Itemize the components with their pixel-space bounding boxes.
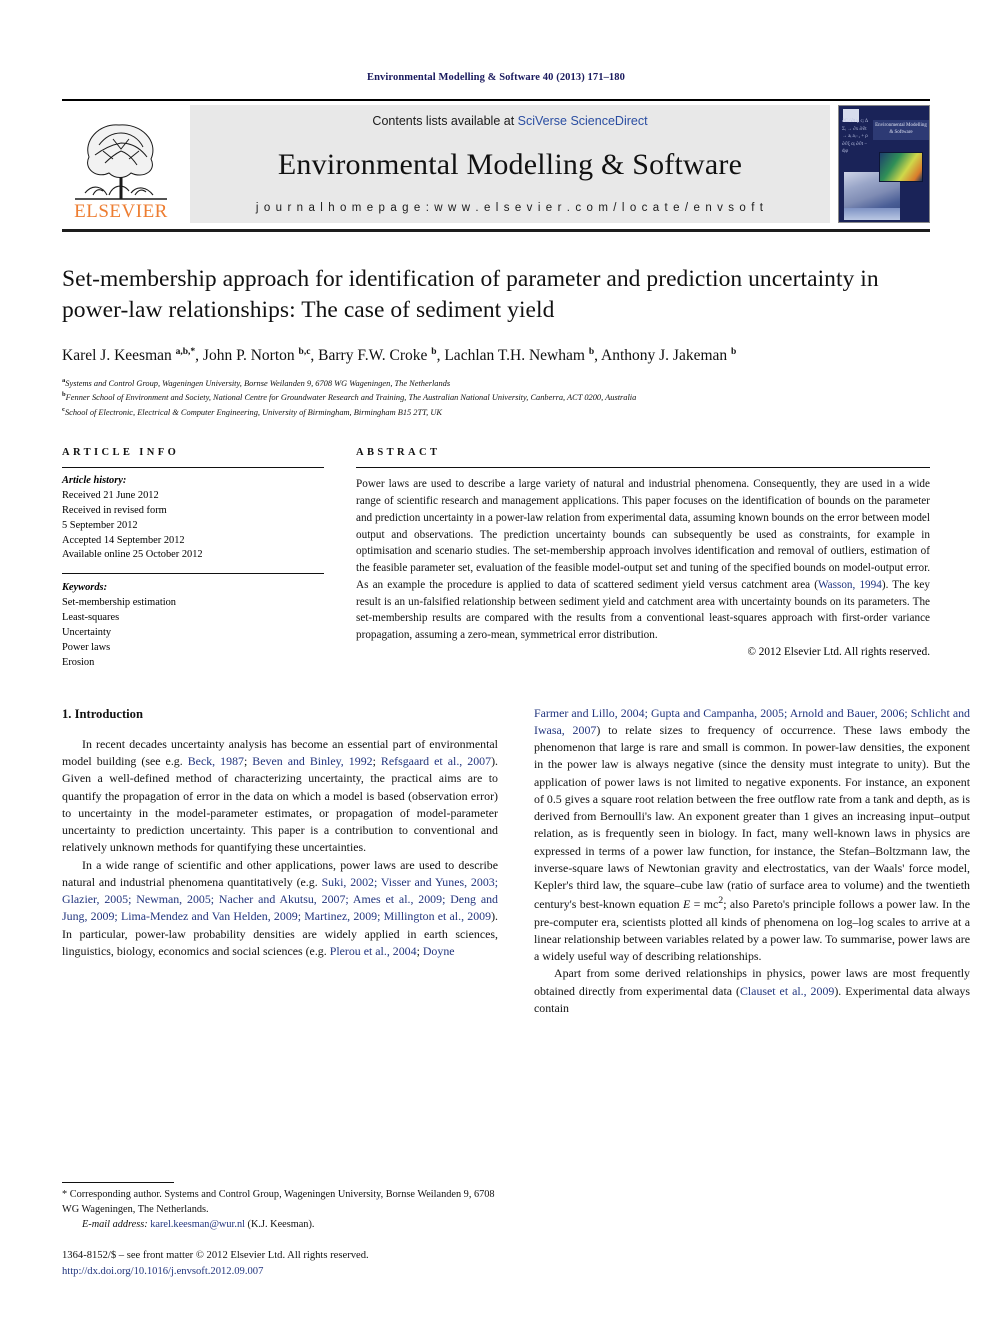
footnote-rule (62, 1182, 174, 1184)
article-history-label: Article history: (62, 475, 127, 487)
article-history: Article history: Received 21 June 2012 R… (62, 468, 324, 573)
keyword-item: Least-squares (62, 612, 120, 624)
author-email-link[interactable]: karel.keesman@wur.nl (150, 1219, 245, 1230)
affiliation-item: cSchool of Electronic, Electrical & Comp… (62, 405, 930, 420)
paragraph-intro-4: Apart from some derived relationships in… (534, 965, 970, 1017)
history-line: 5 September 2012 (62, 519, 138, 531)
author-list: Karel J. Keesman a,b,*, John P. Norton b… (62, 346, 737, 364)
issn-copyright-block: 1364-8152/$ – see front matter © 2012 El… (62, 1248, 498, 1279)
citation-clauset-2009[interactable]: Clauset et al., 2009 (740, 984, 834, 998)
section-title-introduction: 1. Introduction (62, 706, 143, 721)
keyword-item: Set-membership estimation (62, 597, 176, 609)
history-line: Available online 25 October 2012 (62, 549, 203, 561)
journal-band: Contents lists available at SciVerse Sci… (190, 105, 830, 223)
citation-plerou-2004[interactable]: Plerou et al., 2004 (330, 944, 417, 958)
p3-text-a: ) to relate sizes to frequency of occurr… (534, 722, 970, 912)
doi-link[interactable]: http://dx.doi.org/10.1016/j.envsoft.2012… (62, 1264, 498, 1279)
affiliation-text: Systems and Control Group, Wageningen Un… (65, 378, 451, 388)
history-line: Received in revised form (62, 505, 167, 517)
history-line: Received 21 June 2012 (62, 490, 159, 502)
info-abstract-section: ARTICLE INFO Article history: Received 2… (62, 447, 930, 670)
body-column-right: Farmer and Lillo, 2004; Gupta and Campan… (534, 705, 970, 1017)
journal-cover-thumbnail[interactable]: ∂C ⁄ ∂t γᵢ cⱼ Δ Σᵢ → ∂x ∂⁄∂t → aᵢ aᵢ₋₁ +… (838, 105, 930, 223)
elsevier-logo: ELSEVIER (62, 105, 180, 223)
email-note: E-mail address: karel.keesman@wur.nl (K.… (62, 1218, 498, 1233)
paragraph-intro-1: In recent decades uncertainty analysis h… (62, 736, 498, 857)
citation-refsgaard-2007[interactable]: Refsgaard et al., 2007 (381, 754, 491, 768)
article-info-heading: ARTICLE INFO (62, 447, 180, 459)
contents-prefix: Contents lists available at (372, 114, 518, 128)
citation-beven-binley-1992[interactable]: Beven and Binley, 1992 (252, 754, 372, 768)
sciencedirect-link[interactable]: SciVerse ScienceDirect (518, 114, 648, 128)
running-head: Environmental Modelling & Software 40 (2… (367, 72, 625, 83)
cover-equations-art: ∂C ⁄ ∂t γᵢ cⱼ Δ Σᵢ → ∂x ∂⁄∂t → aᵢ aᵢ₋₁ +… (842, 119, 868, 154)
issn-line: 1364-8152/$ – see front matter © 2012 El… (62, 1250, 369, 1262)
corresponding-author-note: * Corresponding author. Systems and Cont… (62, 1189, 495, 1215)
keywords-list: Keywords: Set-membership estimation Leas… (62, 574, 324, 670)
affiliation-text: Fenner School of Environment and Society… (65, 393, 637, 403)
citation-wasson-1994[interactable]: Wasson, 1994 (818, 579, 882, 591)
equation-mc: = mc (690, 897, 719, 912)
email-suffix: (K.J. Keesman). (244, 1218, 315, 1230)
keyword-item: Erosion (62, 657, 95, 669)
keyword-item: Uncertainty (62, 627, 112, 639)
masthead-top-rule (62, 99, 930, 101)
paragraph-intro-3: Farmer and Lillo, 2004; Gupta and Campan… (534, 705, 970, 966)
affiliation-item: bFenner School of Environment and Societ… (62, 390, 930, 405)
cover-journal-title: Environmental Modelling & Software (873, 120, 929, 140)
page-title: Set-membership approach for identificati… (62, 266, 879, 324)
affiliation-text: School of Electronic, Electrical & Compu… (64, 407, 443, 417)
email-label: E-mail address: (82, 1218, 148, 1230)
journal-article-page: Environmental Modelling & Software 40 (2… (0, 0, 992, 1323)
abstract-text: Power laws are used to describe a large … (356, 468, 930, 643)
footnote-area: * Corresponding author. Systems and Cont… (62, 1182, 498, 1279)
affiliation-item: aSystems and Control Group, Wageningen U… (62, 376, 930, 391)
cover-model-image (879, 152, 923, 182)
elsevier-tree-icon (75, 124, 167, 200)
masthead-bottom-rule (62, 229, 930, 232)
abstract-column: ABSTRACT Power laws are used to describe… (324, 447, 930, 670)
citation-beck-1987[interactable]: Beck, 1987 (188, 754, 244, 768)
abstract-heading: ABSTRACT (356, 447, 441, 459)
affiliation-list: aSystems and Control Group, Wageningen U… (62, 376, 930, 420)
p1-text-b: ). Given a well-defined method of charac… (62, 754, 499, 855)
contents-list-line: Contents lists available at SciVerse Sci… (372, 114, 647, 128)
p1-sep-2: ; (372, 754, 381, 769)
article-info-column: ARTICLE INFO Article history: Received 2… (62, 447, 324, 670)
journal-homepage[interactable]: j o u r n a l h o m e p a g e : w w w . … (256, 202, 764, 214)
history-line: Accepted 14 September 2012 (62, 534, 185, 546)
elsevier-wordmark: ELSEVIER (74, 201, 168, 222)
keywords-label: Keywords: (62, 582, 108, 594)
body-column-left: 1. Introduction In recent decades uncert… (62, 705, 498, 1017)
citation-doyne[interactable]: Doyne (423, 944, 455, 958)
journal-masthead: ELSEVIER Contents lists available at Sci… (62, 105, 930, 223)
paragraph-intro-2: In a wide range of scientific and other … (62, 857, 498, 961)
abstract-part-1: Power laws are used to describe a large … (356, 478, 930, 591)
abstract-copyright: © 2012 Elsevier Ltd. All rights reserved… (747, 645, 931, 658)
journal-title: Environmental Modelling & Software (277, 148, 743, 181)
keyword-item: Power laws (62, 642, 111, 654)
article-body: 1. Introduction In recent decades uncert… (62, 705, 970, 1017)
